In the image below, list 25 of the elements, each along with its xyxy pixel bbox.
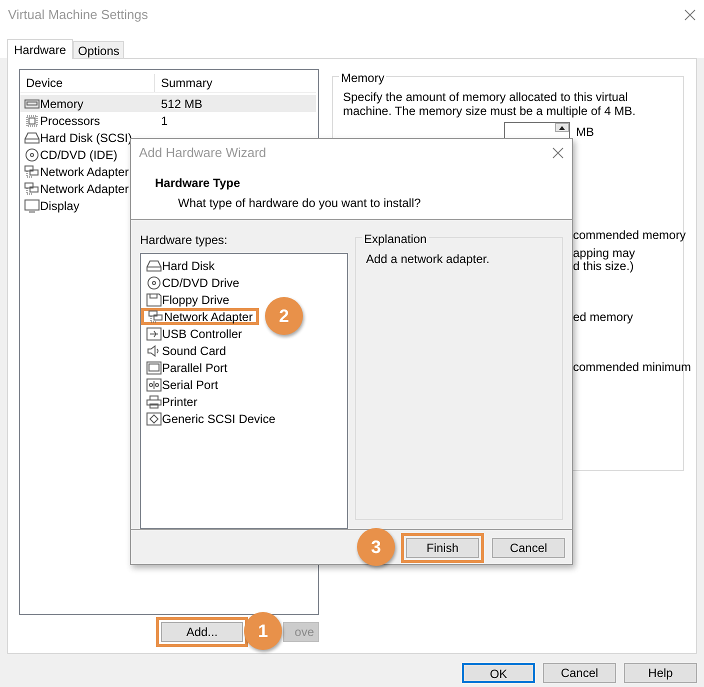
device-name: Hard Disk (SCSI): [40, 130, 132, 146]
memory-note: apping may: [573, 247, 636, 260]
step-badge: 3: [357, 528, 395, 566]
device-name: CD/DVD (IDE): [40, 146, 118, 164]
step-badge: 1: [244, 612, 282, 650]
device-name: Memory: [40, 96, 84, 112]
device-name: Processors: [40, 112, 100, 130]
unit-label: MB: [576, 124, 594, 140]
window-title: Virtual Machine Settings: [8, 6, 148, 24]
wizard-heading: Hardware Type: [155, 175, 242, 192]
explanation-text: Add a network adapter.: [366, 251, 490, 268]
device-name: Network Adapter: [40, 164, 129, 180]
list-label: Hardware types:: [140, 232, 228, 249]
device-name: Display: [40, 198, 80, 214]
memory-note: commended memory: [573, 229, 687, 242]
memory-description: Specify the amount of memory allocated to this virtual machine. The memory size must be a multiple of 4 MB.: [343, 90, 637, 118]
device-summary: 512 MB: [161, 96, 202, 112]
memory-note: d this size.): [573, 260, 634, 273]
wizard-title: Add Hardware Wizard: [139, 144, 266, 162]
device-summary: 1: [161, 112, 168, 130]
memory-note: commended minimum: [573, 361, 692, 374]
device-name: Network Adapter: [40, 180, 129, 198]
step-badge: 2: [265, 297, 303, 335]
memory-note: ed memory: [573, 311, 634, 324]
wizard-subheading: What type of hardware do you want to install?: [178, 195, 422, 212]
